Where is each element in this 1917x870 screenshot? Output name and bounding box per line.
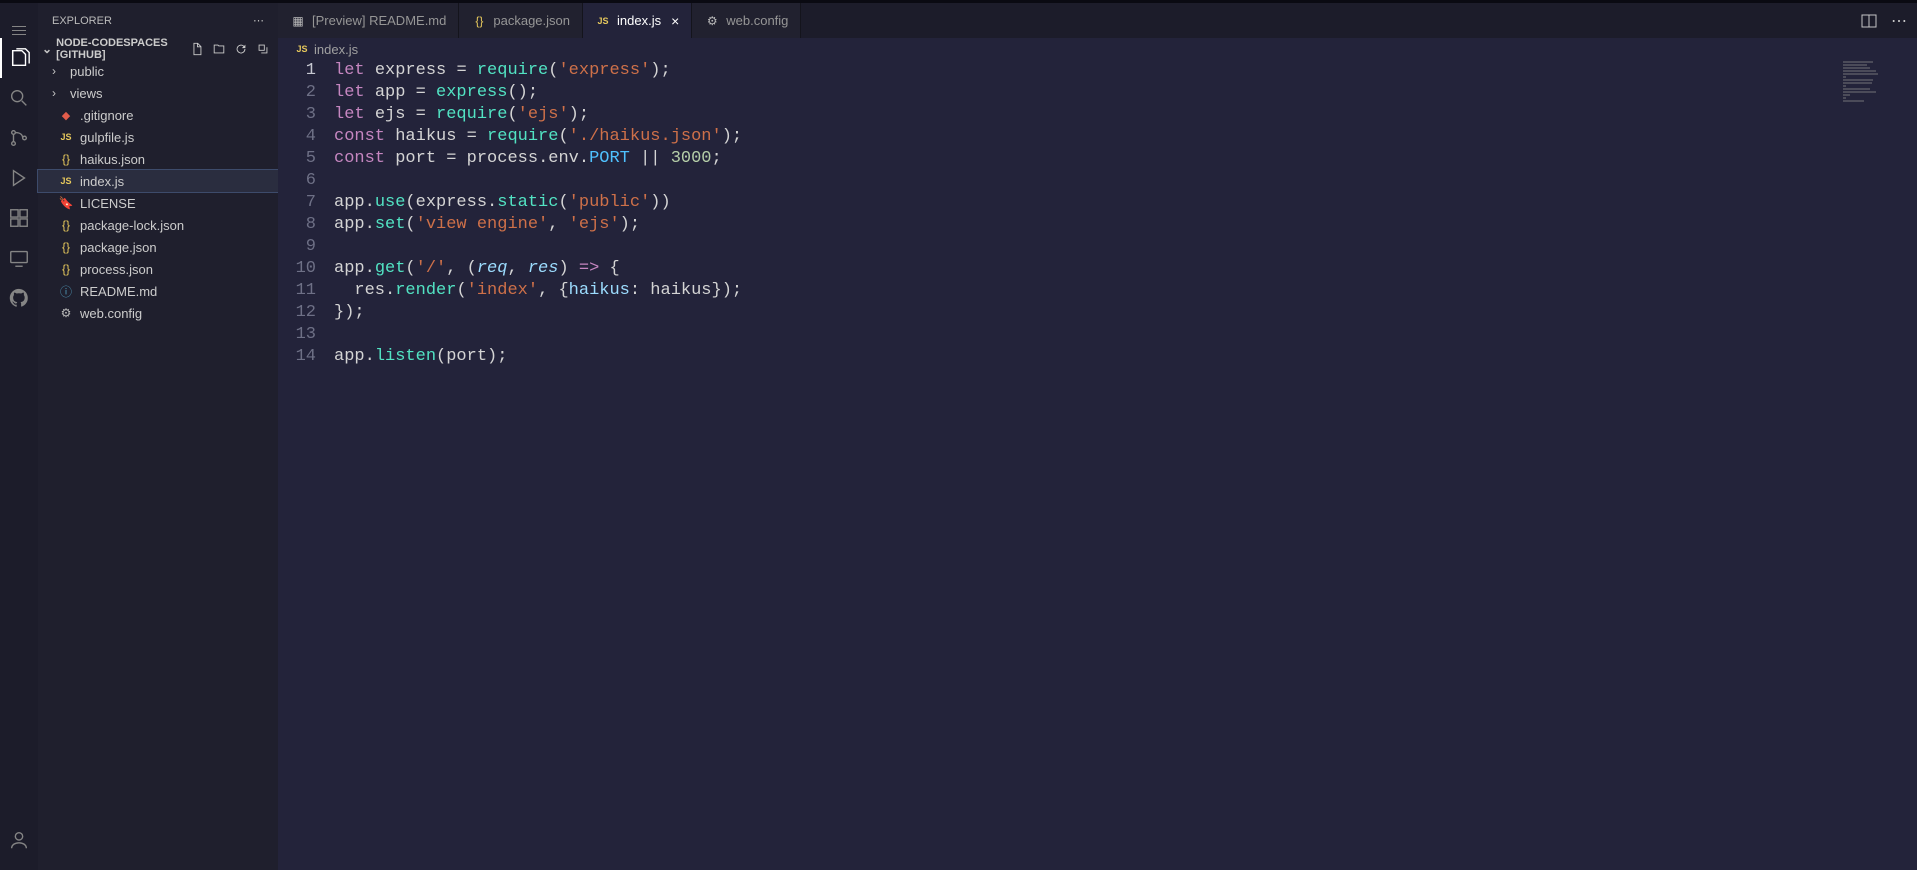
folder-label: views xyxy=(70,86,103,101)
tab-bar: ▦ [Preview] README.md {} package.json JS… xyxy=(278,3,1917,38)
json-icon: {} xyxy=(58,239,74,255)
chevron-down-icon: ⌄ xyxy=(42,42,52,56)
activity-icons xyxy=(0,38,38,318)
chevron-right-icon: › xyxy=(52,86,64,100)
refresh-icon[interactable] xyxy=(234,42,248,56)
new-file-icon[interactable] xyxy=(190,42,204,56)
activity-extensions[interactable] xyxy=(0,198,38,238)
tab-actions: ⋯ xyxy=(1861,3,1917,38)
file-package[interactable]: {} package.json xyxy=(38,236,278,258)
info-icon: ⓘ xyxy=(58,283,74,299)
new-folder-icon[interactable] xyxy=(212,42,226,56)
activity-github[interactable] xyxy=(0,278,38,318)
folder-public[interactable]: › public xyxy=(38,60,278,82)
file-label: LICENSE xyxy=(80,196,136,211)
file-license[interactable]: 🔖 LICENSE xyxy=(38,192,278,214)
file-readme[interactable]: ⓘ README.md xyxy=(38,280,278,302)
activity-remote[interactable] xyxy=(0,238,38,278)
tab-index[interactable]: JS index.js × xyxy=(583,3,692,38)
code-content[interactable]: let express = require('express');let app… xyxy=(334,60,1917,870)
preview-icon: ▦ xyxy=(290,13,306,29)
workspace-header[interactable]: ⌄ NODE-CODESPACES [GITHUB] xyxy=(38,38,278,60)
workspace-name: NODE-CODESPACES [GITHUB] xyxy=(56,37,186,61)
activity-search[interactable] xyxy=(0,78,38,118)
file-label: haikus.json xyxy=(80,152,145,167)
collapse-all-icon[interactable] xyxy=(256,42,270,56)
file-process[interactable]: {} process.json xyxy=(38,258,278,280)
json-icon: {} xyxy=(58,217,74,233)
tab-readme[interactable]: ▦ [Preview] README.md xyxy=(278,3,459,38)
file-label: gulpfile.js xyxy=(80,130,134,145)
activity-scm[interactable] xyxy=(0,118,38,158)
tab-label: package.json xyxy=(493,13,570,28)
file-label: package.json xyxy=(80,240,157,255)
file-label: process.json xyxy=(80,262,153,277)
json-icon: {} xyxy=(58,261,74,277)
json-icon: {} xyxy=(58,151,74,167)
breadcrumb[interactable]: JS index.js xyxy=(278,38,1917,60)
tab-label: [Preview] README.md xyxy=(312,13,446,28)
sidebar-more-icon[interactable]: ⋯ xyxy=(253,14,264,27)
json-icon: {} xyxy=(471,13,487,29)
js-icon: JS xyxy=(294,41,310,57)
chevron-right-icon: › xyxy=(52,64,64,78)
tab-label: index.js xyxy=(617,13,661,28)
license-icon: 🔖 xyxy=(58,195,74,211)
file-tree: › public › views ◆ .gitignore JS gulpfile.js… xyxy=(38,60,278,324)
more-actions-icon[interactable]: ⋯ xyxy=(1891,11,1907,31)
file-index[interactable]: JS index.js xyxy=(38,170,278,192)
activity-run[interactable] xyxy=(0,158,38,198)
close-icon[interactable]: × xyxy=(671,13,679,29)
file-label: index.js xyxy=(80,174,124,189)
file-label: .gitignore xyxy=(80,108,133,123)
tab-label: web.config xyxy=(726,13,788,28)
gear-icon: ⚙ xyxy=(58,305,74,321)
sidebar-header: EXPLORER ⋯ xyxy=(38,3,278,38)
file-package-lock[interactable]: {} package-lock.json xyxy=(38,214,278,236)
gear-icon: ⚙ xyxy=(704,13,720,29)
file-label: README.md xyxy=(80,284,157,299)
activity-bottom xyxy=(0,820,38,860)
editor-body[interactable]: 1234567891011121314 let express = requir… xyxy=(278,60,1917,870)
activity-account[interactable] xyxy=(0,820,38,860)
file-label: package-lock.json xyxy=(80,218,184,233)
tab-webconfig[interactable]: ⚙ web.config xyxy=(692,3,801,38)
file-webconfig[interactable]: ⚙ web.config xyxy=(38,302,278,324)
tab-package[interactable]: {} package.json xyxy=(459,3,583,38)
file-gulpfile[interactable]: JS gulpfile.js xyxy=(38,126,278,148)
folder-label: public xyxy=(70,64,104,79)
sidebar-title: EXPLORER xyxy=(52,15,112,27)
activity-explorer[interactable] xyxy=(0,38,38,78)
js-icon: JS xyxy=(58,129,74,145)
breadcrumb-label: index.js xyxy=(314,42,358,57)
sidebar: EXPLORER ⋯ ⌄ NODE-CODESPACES [GITHUB] › p… xyxy=(38,3,278,870)
file-haikus[interactable]: {} haikus.json xyxy=(38,148,278,170)
git-icon: ◆ xyxy=(58,107,74,123)
file-gitignore[interactable]: ◆ .gitignore xyxy=(38,104,278,126)
line-gutter: 1234567891011121314 xyxy=(278,60,334,870)
file-label: web.config xyxy=(80,306,142,321)
js-icon: JS xyxy=(58,173,74,189)
js-icon: JS xyxy=(595,13,611,29)
editor-area: ▦ [Preview] README.md {} package.json JS… xyxy=(278,3,1917,870)
minimap[interactable] xyxy=(1843,60,1903,110)
split-editor-icon[interactable] xyxy=(1861,13,1877,29)
folder-views[interactable]: › views xyxy=(38,82,278,104)
